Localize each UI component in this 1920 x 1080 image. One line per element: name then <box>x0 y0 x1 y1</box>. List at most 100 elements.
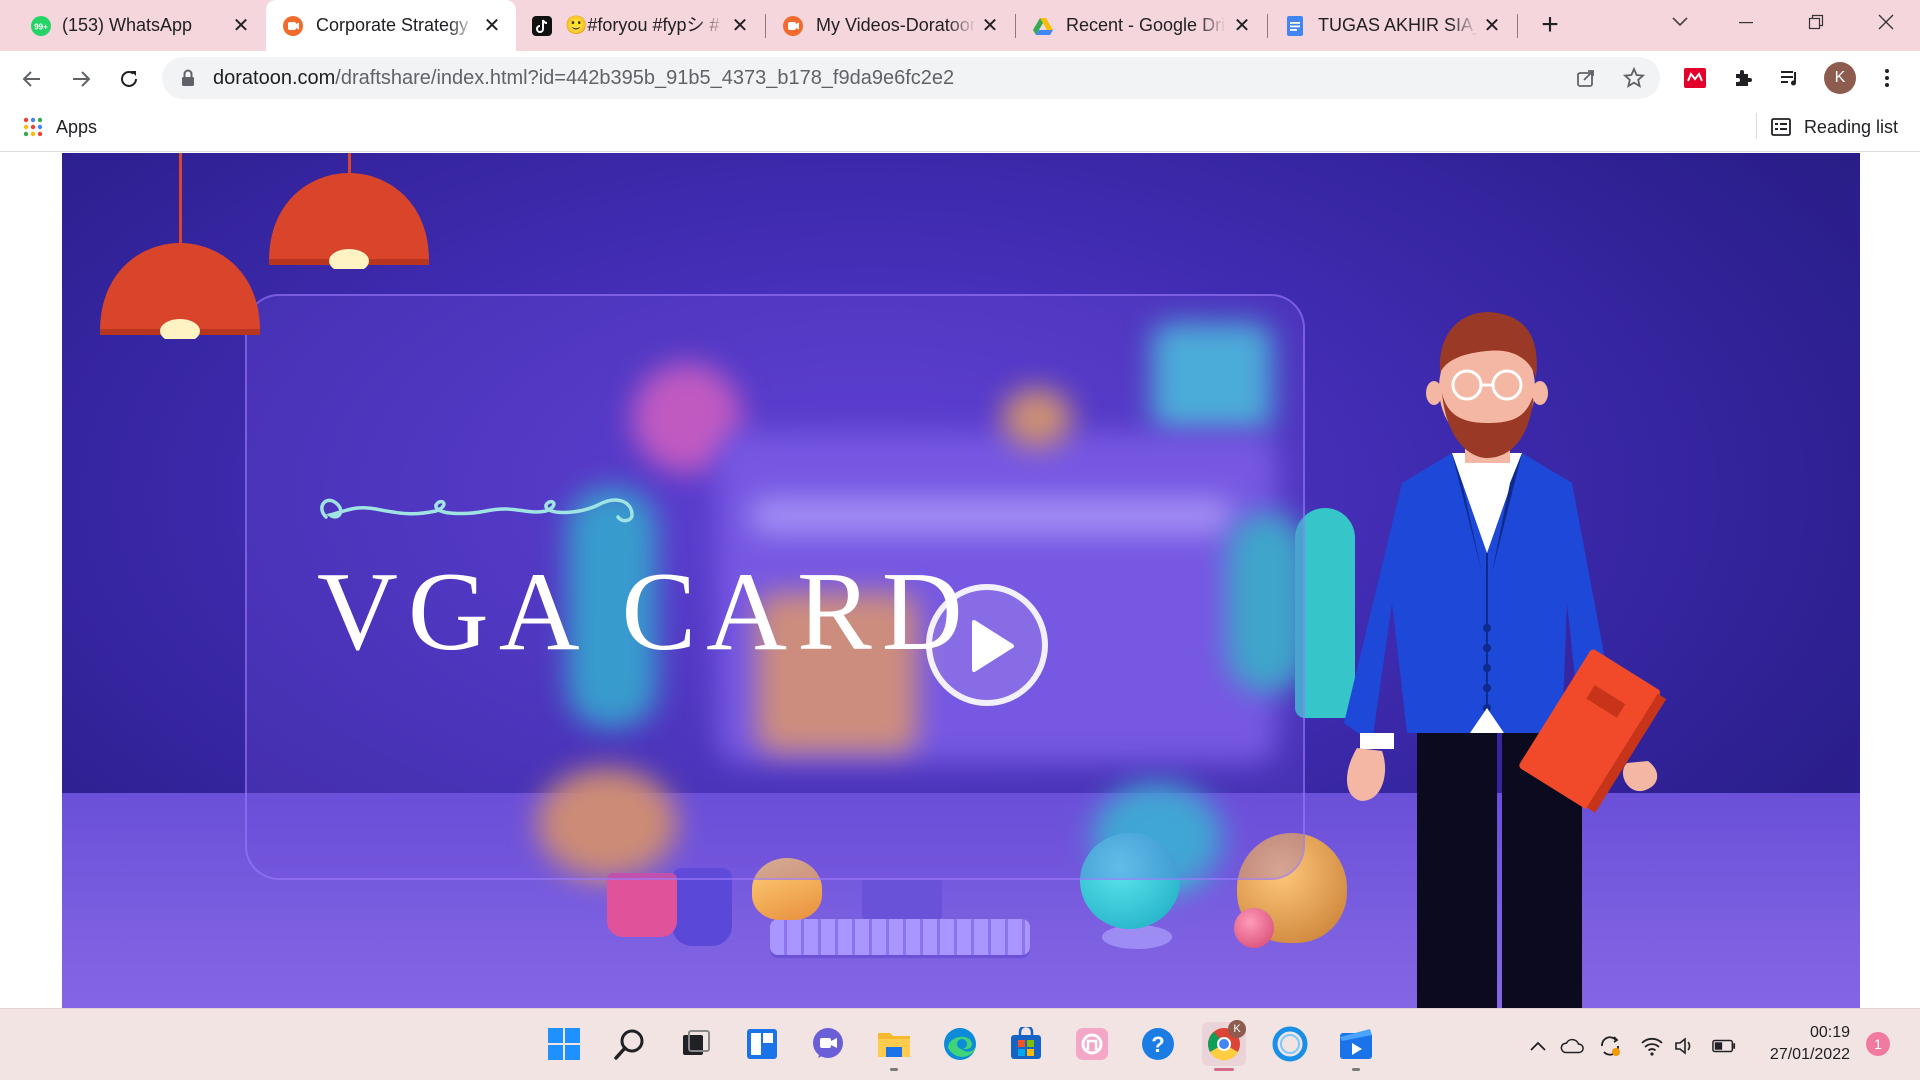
search-icon[interactable] <box>608 1022 652 1066</box>
media-control-button[interactable] <box>1773 61 1807 95</box>
bookmark-apps[interactable]: Apps <box>22 116 97 138</box>
tab-title: (153) WhatsApp <box>62 15 220 35</box>
help-icon[interactable]: ? <box>1136 1022 1180 1066</box>
reading-list-button[interactable]: Reading list <box>1770 116 1898 138</box>
close-tab-icon[interactable]: ✕ <box>978 13 1002 37</box>
tab-title: TUGAS AKHIR SIA_K <box>1318 15 1478 35</box>
teams-chat-icon[interactable] <box>806 1022 850 1066</box>
tab-separator <box>1517 14 1518 38</box>
forward-button[interactable] <box>64 62 98 96</box>
running-indicator <box>1352 1068 1360 1071</box>
file-explorer-icon[interactable] <box>872 1022 916 1066</box>
tab-tiktok[interactable]: 🙂#foryou #fypシ # ✕ <box>517 0 764 51</box>
url-host: doratoon.com <box>213 67 336 89</box>
chrome-menu-button[interactable] <box>1870 61 1904 95</box>
profile-avatar[interactable]: K <box>1824 62 1856 94</box>
close-icon <box>1878 14 1894 30</box>
svg-text:?: ? <box>1151 1032 1164 1057</box>
active-indicator <box>1214 1068 1234 1071</box>
arrow-right-icon <box>73 71 91 87</box>
restore-icon <box>1808 14 1824 30</box>
tab-title: Corporate Strategy <box>316 15 476 35</box>
pink-ball <box>1234 908 1274 948</box>
video-player[interactable]: VGA CARD <box>62 153 1860 1008</box>
tab-title: 🙂#foryou #fypシ # <box>565 15 725 35</box>
puzzle-icon <box>1736 70 1752 86</box>
edge-icon[interactable] <box>938 1022 982 1066</box>
lamp-cord-left <box>179 153 182 245</box>
star-icon <box>1623 67 1645 88</box>
decorative-swirl <box>320 498 634 523</box>
keyboard <box>770 919 1030 955</box>
tab-google-drive[interactable]: Recent - Google Drive ✕ <box>1016 0 1266 51</box>
play-icon <box>972 620 1014 672</box>
reload-button[interactable] <box>112 62 146 96</box>
reading-list-icon <box>1771 118 1791 136</box>
close-tab-icon[interactable]: ✕ <box>728 13 752 37</box>
clock-time: 00:19 <box>1809 1024 1850 1041</box>
more-vertical-icon <box>1885 69 1889 87</box>
url-path: /draftshare/index.html?id=442b395b_91b5_… <box>335 67 955 89</box>
tab-whatsapp[interactable]: 99+ (153) WhatsApp ✕ <box>0 0 265 51</box>
doratoon-icon <box>782 15 803 36</box>
apps-label: Apps <box>56 116 98 137</box>
chevron-down-icon <box>1672 17 1688 27</box>
close-tab-icon[interactable]: ✕ <box>1480 13 1504 37</box>
close-tab-icon[interactable]: ✕ <box>229 13 253 37</box>
tiktok-icon <box>531 15 552 36</box>
sync-icon[interactable] <box>1598 1034 1622 1058</box>
close-tab-icon[interactable]: ✕ <box>480 13 504 37</box>
whatsapp-icon: 99+ <box>30 15 51 36</box>
tab-search-button[interactable] <box>1650 0 1710 44</box>
video-title: VGA CARD <box>317 550 973 674</box>
running-indicator <box>890 1068 898 1071</box>
clock-date: 27/01/2022 <box>1769 1046 1850 1063</box>
bookmark-star-button[interactable] <box>1617 61 1651 95</box>
app-pink-icon[interactable] <box>1070 1022 1114 1066</box>
new-tab-button[interactable]: + <box>1534 9 1566 41</box>
presenter-character <box>1344 312 1667 1008</box>
ceiling-lamp-left <box>100 243 260 339</box>
whatsapp-badge: 99+ <box>34 23 48 32</box>
mendeley-icon <box>1684 68 1706 88</box>
reading-list-label: Reading list <box>1803 116 1898 137</box>
restore-button[interactable] <box>1786 0 1846 44</box>
widgets-icon[interactable] <box>740 1022 784 1066</box>
lock-icon[interactable] <box>180 69 196 87</box>
monitor-stand <box>862 880 942 922</box>
tab-corporate-strategy[interactable]: Corporate Strategy ✕ <box>266 0 516 51</box>
mouse <box>1102 925 1172 949</box>
media-player-icon[interactable] <box>1334 1022 1378 1066</box>
microsoft-store-icon[interactable] <box>1004 1022 1048 1066</box>
close-window-button[interactable] <box>1856 0 1916 44</box>
extensions-button[interactable] <box>1726 61 1760 95</box>
onedrive-icon[interactable] <box>1560 1034 1584 1058</box>
share-button[interactable] <box>1569 61 1603 95</box>
volume-icon[interactable] <box>1674 1034 1698 1058</box>
cortana-icon[interactable] <box>1268 1022 1312 1066</box>
tab-google-docs[interactable]: TUGAS AKHIR SIA_K ✕ <box>1268 0 1516 51</box>
close-tab-icon[interactable]: ✕ <box>1230 13 1254 37</box>
reload-icon <box>121 70 137 87</box>
tab-title: My Videos-Doratoon <box>816 15 976 35</box>
play-button[interactable] <box>926 584 1048 706</box>
tab-my-videos[interactable]: My Videos-Doratoon ✕ <box>766 0 1014 51</box>
system-clock[interactable]: 00:19 27/01/2022 <box>1770 1022 1850 1066</box>
doratoon-icon <box>282 15 303 36</box>
bookmarks-divider <box>1756 113 1757 139</box>
url-text[interactable]: doratoon.com/draftshare/index.html?id=44… <box>213 67 954 89</box>
wifi-icon[interactable] <box>1640 1034 1664 1058</box>
chrome-profile-badge: K <box>1228 1020 1246 1038</box>
show-hidden-icons-button[interactable] <box>1526 1034 1550 1058</box>
back-button[interactable] <box>15 62 49 96</box>
battery-icon[interactable] <box>1712 1034 1736 1058</box>
extension-mendeley-button[interactable] <box>1678 61 1712 95</box>
apps-grid-icon <box>23 117 43 137</box>
task-view-icon[interactable] <box>674 1022 718 1066</box>
notification-badge[interactable]: 1 <box>1866 1032 1890 1056</box>
windows-start-icon[interactable] <box>542 1022 586 1066</box>
ceiling-lamp-right <box>269 173 429 269</box>
minimize-icon <box>1739 22 1753 24</box>
google-drive-icon <box>1032 15 1053 35</box>
minimize-button[interactable] <box>1716 0 1776 44</box>
